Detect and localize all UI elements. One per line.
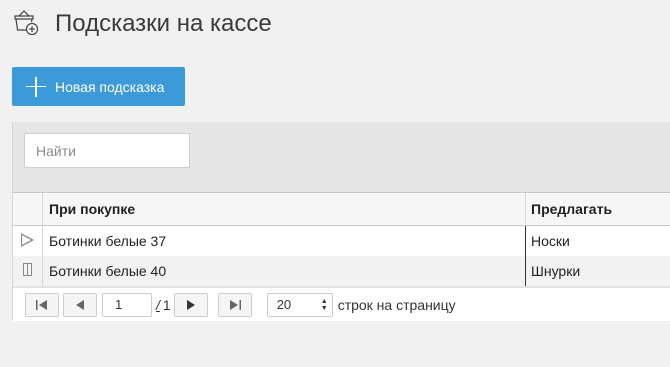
new-hint-label: Новая подсказка bbox=[55, 78, 165, 95]
cell-purchase[interactable]: Ботинки белые 37 bbox=[43, 226, 526, 256]
row-indicator bbox=[13, 226, 43, 256]
table-row[interactable]: Ботинки белые 37 Носки bbox=[13, 226, 670, 256]
total-pages: 1 bbox=[162, 296, 171, 313]
cell-purchase[interactable]: Ботинки белые 40 bbox=[43, 256, 526, 286]
plus-icon bbox=[24, 75, 48, 99]
last-page-button[interactable] bbox=[217, 292, 252, 317]
table-row[interactable]: Ботинки белые 40 Шнурки bbox=[13, 256, 670, 286]
first-page-button[interactable] bbox=[25, 292, 59, 317]
last-page-icon bbox=[229, 299, 241, 310]
column-header-purchase[interactable]: При покупке bbox=[43, 193, 526, 225]
pager: / 1 20 ▲▼ строк на страницу bbox=[13, 287, 670, 321]
page-number-input[interactable] bbox=[102, 292, 152, 317]
hints-table: При покупке Предлагать Ботинки белые 37 … bbox=[13, 192, 670, 286]
prev-page-icon bbox=[76, 299, 84, 310]
new-hint-button[interactable]: Новая подсказка bbox=[12, 67, 185, 106]
rows-per-page-select[interactable]: 20 ▲ ▼ bbox=[266, 292, 333, 317]
next-page-button[interactable] bbox=[173, 292, 208, 317]
table-header: При покупке Предлагать bbox=[13, 192, 670, 226]
search-input[interactable] bbox=[24, 133, 190, 168]
spinner-arrows-icon: ▲ ▼ bbox=[320, 297, 328, 312]
prev-page-button[interactable] bbox=[63, 292, 97, 317]
indicator-column-header bbox=[13, 193, 43, 225]
pause-icon bbox=[23, 263, 32, 276]
cell-offer[interactable]: Шнурки bbox=[526, 256, 670, 286]
rows-per-page-label: строк на страницу bbox=[337, 296, 456, 313]
rows-per-page-value: 20 bbox=[276, 297, 292, 312]
first-page-icon bbox=[36, 299, 47, 310]
page-title: Подсказки на кассе bbox=[55, 10, 272, 37]
column-header-offer[interactable]: Предлагать bbox=[526, 193, 670, 225]
page-separator: / bbox=[156, 296, 160, 313]
play-icon bbox=[21, 233, 34, 247]
row-indicator bbox=[13, 256, 43, 286]
basket-add-icon bbox=[14, 10, 39, 36]
cell-offer[interactable]: Носки bbox=[526, 226, 670, 256]
hints-panel: При покупке Предлагать Ботинки белые 37 … bbox=[12, 122, 670, 321]
next-page-icon bbox=[186, 299, 195, 310]
